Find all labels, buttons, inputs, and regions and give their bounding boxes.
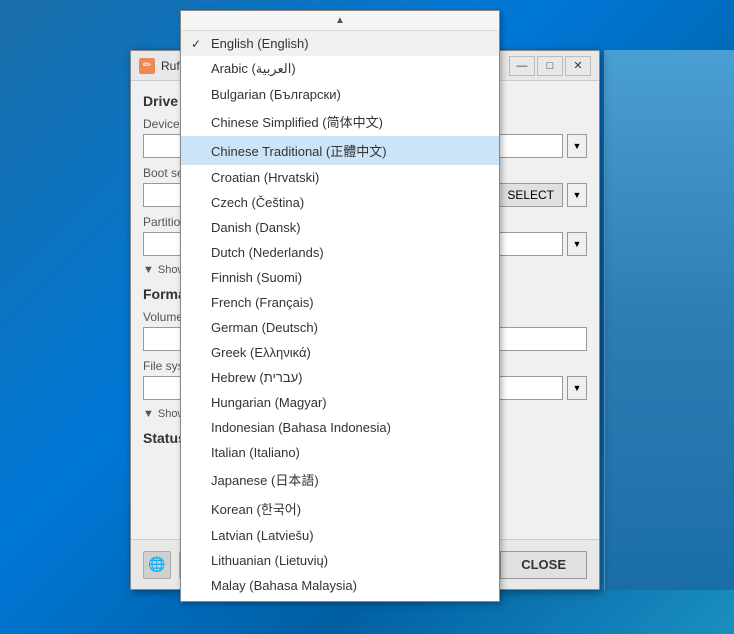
language-label: Chinese Traditional (正體中文): [211, 144, 387, 159]
language-label: Latvian (Latviešu): [211, 528, 314, 543]
language-label: Lithuanian (Lietuvių): [211, 553, 328, 568]
language-item-french[interactable]: French (Français): [181, 290, 499, 315]
language-label: Hungarian (Magyar): [211, 395, 327, 410]
filesystem-dropdown-button[interactable]: ▼: [567, 376, 587, 400]
language-label: Bulgarian (Български): [211, 87, 341, 102]
window-close-button[interactable]: ✕: [565, 56, 591, 76]
language-label: Malay (Bahasa Malaysia): [211, 578, 357, 593]
language-label: Dutch (Nederlands): [211, 245, 324, 260]
select-button[interactable]: SELECT: [498, 183, 563, 207]
language-label: Hebrew (עברית): [211, 370, 302, 385]
language-item-danish[interactable]: Danish (Dansk): [181, 215, 499, 240]
language-item-japanese[interactable]: Japanese (日本語): [181, 465, 499, 494]
language-label: Croatian (Hrvatski): [211, 170, 319, 185]
language-item-greek[interactable]: Greek (Ελληνικά): [181, 340, 499, 365]
chevron-down-icon-2: ▼: [143, 408, 154, 420]
device-dropdown-button[interactable]: ▼: [567, 134, 587, 158]
desktop: ✏ Rufus — □ ✕ Drive Properties Device ▼ …: [0, 0, 734, 634]
language-item-dutch[interactable]: Dutch (Nederlands): [181, 240, 499, 265]
language-label: English (English): [211, 36, 309, 51]
language-item-norwegian[interactable]: Norwegian (Norsk): [181, 598, 499, 601]
select-dropdown-button[interactable]: ▼: [567, 183, 587, 207]
language-label: Greek (Ελληνικά): [211, 345, 311, 360]
scroll-up-button[interactable]: ▲: [181, 11, 499, 31]
rufus-icon: ✏: [139, 58, 155, 74]
language-label: Chinese Simplified (简体中文): [211, 115, 383, 130]
language-label: German (Deutsch): [211, 320, 318, 335]
language-label: Korean (한국어): [211, 502, 301, 517]
scroll-up-icon: ▲: [335, 15, 345, 26]
language-item-czech[interactable]: Czech (Čeština): [181, 190, 499, 215]
language-item-finnish[interactable]: Finnish (Suomi): [181, 265, 499, 290]
language-item-chinese-traditional[interactable]: Chinese Traditional (正體中文): [181, 136, 499, 165]
side-panel: [604, 50, 734, 590]
language-label: Arabic (العربية): [211, 61, 296, 76]
close-button[interactable]: CLOSE: [500, 551, 587, 579]
checkmark-icon: ✓: [191, 37, 201, 51]
language-item-german[interactable]: German (Deutsch): [181, 315, 499, 340]
language-item-latvian[interactable]: Latvian (Latviešu): [181, 523, 499, 548]
language-item-hebrew[interactable]: Hebrew (עברית): [181, 365, 499, 390]
globe-icon[interactable]: 🌐: [143, 551, 171, 579]
language-list: ✓ English (English) Arabic (العربية) Bulgar…: [181, 31, 499, 601]
language-item-italian[interactable]: Italian (Italiano): [181, 440, 499, 465]
language-label: Japanese (日本語): [211, 473, 319, 488]
language-item-croatian[interactable]: Croatian (Hrvatski): [181, 165, 499, 190]
language-item-hungarian[interactable]: Hungarian (Magyar): [181, 390, 499, 415]
language-item-indonesian[interactable]: Indonesian (Bahasa Indonesia): [181, 415, 499, 440]
chevron-down-icon: ▼: [143, 264, 154, 276]
language-dropdown: ▲ ✓ English (English) Arabic (العربية) Bulg…: [180, 10, 500, 602]
maximize-button[interactable]: □: [537, 56, 563, 76]
minimize-button[interactable]: —: [509, 56, 535, 76]
language-item-chinese-simplified[interactable]: Chinese Simplified (简体中文): [181, 107, 499, 136]
language-label: Finnish (Suomi): [211, 270, 302, 285]
title-buttons: — □ ✕: [509, 56, 591, 76]
language-item-malay[interactable]: Malay (Bahasa Malaysia): [181, 573, 499, 598]
language-item-bulgarian[interactable]: Bulgarian (Български): [181, 82, 499, 107]
language-item-arabic[interactable]: Arabic (العربية): [181, 56, 499, 82]
language-label: Indonesian (Bahasa Indonesia): [211, 420, 391, 435]
partition-dropdown-button[interactable]: ▼: [567, 232, 587, 256]
language-label: Italian (Italiano): [211, 445, 300, 460]
language-label: Danish (Dansk): [211, 220, 301, 235]
language-item-lithuanian[interactable]: Lithuanian (Lietuvių): [181, 548, 499, 573]
language-label: French (Français): [211, 295, 314, 310]
language-item-korean[interactable]: Korean (한국어): [181, 494, 499, 523]
language-item-english[interactable]: ✓ English (English): [181, 31, 499, 56]
language-label: Czech (Čeština): [211, 195, 304, 210]
